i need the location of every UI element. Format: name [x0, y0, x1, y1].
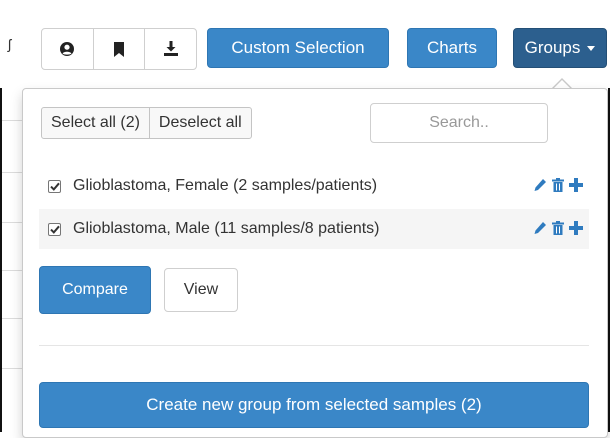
- select-all-button[interactable]: Select all (2): [42, 108, 149, 138]
- plus-icon[interactable]: [569, 221, 583, 235]
- group-label: Glioblastoma, Female (2 samples/patients…: [73, 177, 378, 194]
- search-input[interactable]: [370, 103, 548, 143]
- group-checkbox[interactable]: [48, 222, 61, 236]
- user-circle-button[interactable]: [42, 29, 94, 69]
- icon-button-group: [41, 28, 197, 70]
- view-button[interactable]: View: [164, 268, 238, 312]
- custom-selection-button[interactable]: Custom Selection: [207, 28, 389, 68]
- trash-icon[interactable]: [552, 221, 564, 235]
- group-checkbox[interactable]: [48, 179, 61, 193]
- groups-button-label: Groups: [524, 38, 581, 57]
- group-label: Glioblastoma, Male (11 samples/8 patient…: [73, 220, 380, 237]
- group-row[interactable]: Glioblastoma, Male (11 samples/8 patient…: [39, 209, 589, 249]
- bookmark-button[interactable]: [94, 29, 146, 69]
- pencil-icon[interactable]: [533, 221, 547, 235]
- selection-button-group: Select all (2) Deselect all: [41, 107, 252, 139]
- create-group-button[interactable]: Create new group from selected samples (…: [39, 382, 589, 428]
- plus-icon[interactable]: [569, 178, 583, 192]
- compare-button[interactable]: Compare: [39, 266, 151, 314]
- partial-left-icon: ʃ: [8, 36, 12, 52]
- pencil-icon[interactable]: [533, 178, 547, 192]
- charts-button[interactable]: Charts: [407, 28, 497, 68]
- group-actions: [533, 221, 583, 235]
- user-circle-icon: [60, 42, 75, 56]
- download-icon: [163, 41, 178, 56]
- group-actions: [533, 178, 583, 192]
- checkmark-icon: [49, 225, 60, 234]
- groups-button[interactable]: Groups: [513, 28, 607, 68]
- checkmark-icon: [49, 182, 60, 191]
- download-button[interactable]: [145, 29, 196, 69]
- caret-down-icon: [587, 45, 596, 51]
- groups-dropdown: Select all (2) Deselect all Glioblastoma…: [22, 88, 608, 438]
- group-row[interactable]: Glioblastoma, Female (2 samples/patients…: [39, 166, 589, 206]
- deselect-all-button[interactable]: Deselect all: [148, 108, 251, 138]
- bookmark-icon: [114, 41, 124, 57]
- divider: [39, 345, 589, 346]
- toolbar: ʃ Custom Selection Charts Groups: [0, 0, 610, 88]
- trash-icon[interactable]: [552, 178, 564, 192]
